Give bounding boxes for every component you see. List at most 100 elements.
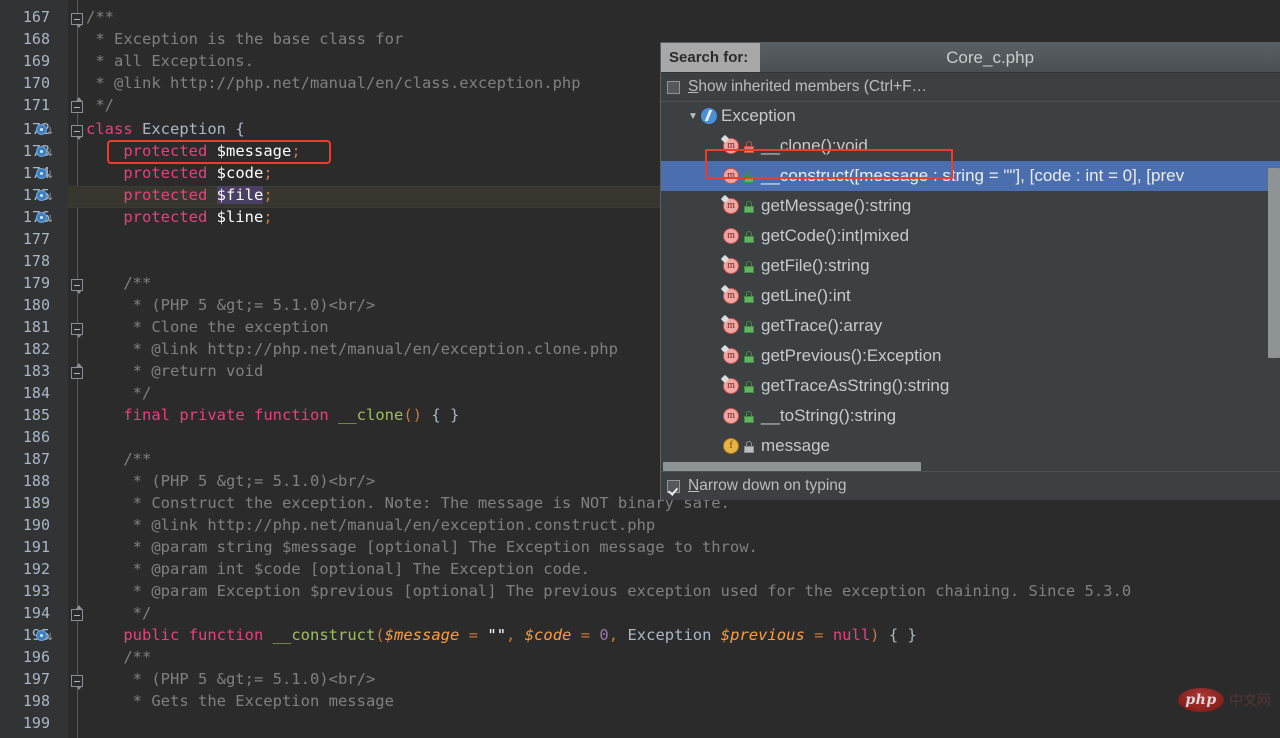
private-lock-icon (744, 140, 755, 153)
line-number: 190 (22, 516, 50, 534)
method-icon: m (723, 378, 739, 394)
tree-item-getcode[interactable]: m getCode():int|mixed (661, 221, 1280, 251)
line-number: 186 (22, 428, 50, 446)
tree-item-gettraceasstring[interactable]: m getTraceAsString():string (661, 371, 1280, 401)
tree-item-label: getLine():int (761, 286, 851, 305)
show-inherited-members-row[interactable]: Show inherited members (Ctrl+F… (661, 73, 1280, 102)
public-lock-icon (744, 230, 755, 243)
code-line: * (PHP 5 &gt;= 5.1.0)<br/> (86, 472, 376, 490)
token-empty-string: "" (487, 626, 507, 644)
line-number: 166 (0, 0, 50, 4)
code-line: protected $line; (123, 208, 273, 226)
tree-item-label: __toString():string (761, 406, 897, 425)
line-number: 185 (22, 406, 50, 424)
tree-item-label: getFile():string (761, 256, 870, 275)
code-line: * all Exceptions. (86, 52, 254, 70)
code-line: protected $message; (123, 142, 301, 160)
tree-item-getline[interactable]: m getLine():int (661, 281, 1280, 311)
narrow-down-on-typing-checkbox[interactable] (667, 479, 680, 493)
show-inherited-members-checkbox[interactable] (667, 80, 680, 94)
tree-item-getprevious[interactable]: m getPrevious():Exception (661, 341, 1280, 371)
tree-item-exception[interactable]: ▼ Exception (661, 101, 1280, 131)
line-number: 184 (22, 384, 50, 402)
line-number: 191 (22, 538, 50, 556)
token-method-clone: __clone (338, 406, 404, 424)
file-structure-popup[interactable]: Search for: Core_c.php Show inherited me… (660, 42, 1280, 500)
line-number: 196 (22, 648, 50, 666)
public-lock-icon (744, 410, 755, 423)
narrow-down-on-typing-row[interactable]: Narrow down on typing (661, 471, 1280, 500)
code-line: * Construct the exception. Note: The mes… (86, 494, 730, 512)
code-line: */ (86, 96, 114, 114)
fold-marker-expanded[interactable] (71, 323, 84, 338)
tree-item-construct[interactable]: m __construct([message : string = ""], [… (661, 161, 1280, 191)
method-icon: m (723, 138, 739, 154)
token-param-code: $code (524, 626, 572, 644)
public-lock-icon (744, 290, 755, 303)
code-line: /** (86, 274, 152, 292)
method-icon: m (723, 228, 739, 244)
code-line: class Exception { (86, 120, 245, 138)
code-line: public function __construct($message = "… (123, 626, 917, 644)
code-line: * Clone the exception (86, 318, 329, 336)
token-method-construct: __construct (272, 626, 376, 644)
tree-item-label: getPrevious():Exception (761, 346, 942, 365)
tree-item-gettrace[interactable]: m getTrace():array (661, 311, 1280, 341)
chevron-down-icon[interactable]: ▼ (685, 111, 701, 122)
overriding-method-icon[interactable]: ↓ (36, 189, 54, 203)
public-lock-icon (744, 200, 755, 213)
overriding-method-icon[interactable]: ↓ (36, 211, 54, 225)
tree-item-clone[interactable]: m __clone():void (661, 131, 1280, 161)
tree-item-tostring[interactable]: m __toString():string (661, 401, 1280, 431)
method-icon: m (723, 348, 739, 364)
code-line: */ (86, 384, 152, 402)
vertical-scrollbar-thumb[interactable] (1268, 168, 1280, 358)
line-number: 199 (22, 714, 50, 732)
fold-marker-end[interactable] (71, 605, 84, 622)
tree-item-message-field[interactable]: f message (661, 431, 1280, 461)
fold-marker-expanded[interactable] (71, 675, 84, 690)
structure-tree[interactable]: ▼ Exception m __clone():void m __constru… (661, 101, 1280, 500)
line-number: 168 (22, 30, 50, 48)
fold-marker-expanded[interactable] (71, 279, 84, 294)
tree-item-getfile[interactable]: m getFile():string (661, 251, 1280, 281)
token-type-exception: Exception (627, 626, 712, 644)
fold-marker-end[interactable] (71, 97, 84, 114)
token-keyword-function: function (254, 406, 329, 424)
token-keyword-private: private (179, 406, 245, 424)
code-line: final private function __clone() { } (123, 406, 460, 424)
public-lock-icon (744, 170, 755, 183)
line-number: 178 (22, 252, 50, 270)
tree-item-getmessage[interactable]: m getMessage():string (661, 191, 1280, 221)
label-rest: how inherited members (Ctrl+F… (698, 78, 928, 95)
code-line: * Exception is the base class for (86, 30, 404, 48)
fold-marker-expanded[interactable] (71, 13, 84, 28)
code-line: /** (86, 8, 114, 26)
fold-marker-expanded[interactable] (71, 125, 84, 140)
public-lock-icon (744, 320, 755, 333)
code-line: protected $file; (123, 186, 273, 204)
line-number: 182 (22, 340, 50, 358)
overriding-method-icon[interactable]: ↓ (36, 145, 54, 159)
token-keyword-protected: protected (123, 186, 208, 204)
watermark-site-text: 中文网 (1229, 693, 1271, 709)
protected-lock-icon (744, 440, 755, 453)
token-var-code: $code (216, 164, 264, 182)
code-line: protected $code; (123, 164, 273, 182)
popup-header: Search for: Core_c.php (661, 43, 1280, 73)
narrow-down-on-typing-label: Narrow down on typing (688, 477, 847, 495)
tree-item-label: getTrace():array (761, 316, 883, 335)
line-number: 197 (22, 670, 50, 688)
method-icon: m (723, 288, 739, 304)
line-number: 181 (22, 318, 50, 336)
tree-item-label: __clone():void (761, 136, 868, 155)
code-line: /** (86, 648, 152, 666)
overriding-method-icon[interactable]: ↓ (36, 123, 54, 137)
token-keyword-protected: protected (123, 208, 208, 226)
code-line: * @link http://php.net/manual/en/excepti… (86, 516, 656, 534)
overriding-method-icon[interactable]: ↓ (36, 167, 54, 181)
overriding-method-icon[interactable]: ↓ (36, 629, 54, 643)
line-number: 177 (22, 230, 50, 248)
popup-filename: Core_c.php (946, 47, 1035, 67)
fold-marker-end[interactable] (71, 363, 84, 380)
